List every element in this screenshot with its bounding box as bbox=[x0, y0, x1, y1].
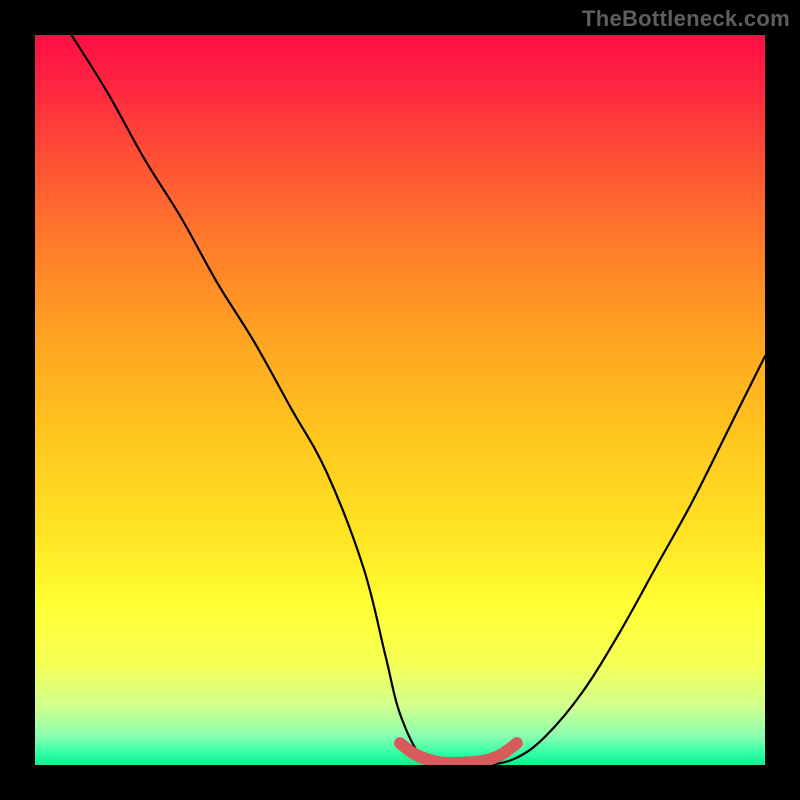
watermark-text: TheBottleneck.com bbox=[582, 6, 790, 32]
bottleneck-curve-line bbox=[72, 35, 766, 765]
chart-svg bbox=[35, 35, 765, 765]
valley-highlight-line bbox=[400, 743, 517, 763]
plot-area bbox=[35, 35, 765, 765]
chart-frame: TheBottleneck.com bbox=[0, 0, 800, 800]
